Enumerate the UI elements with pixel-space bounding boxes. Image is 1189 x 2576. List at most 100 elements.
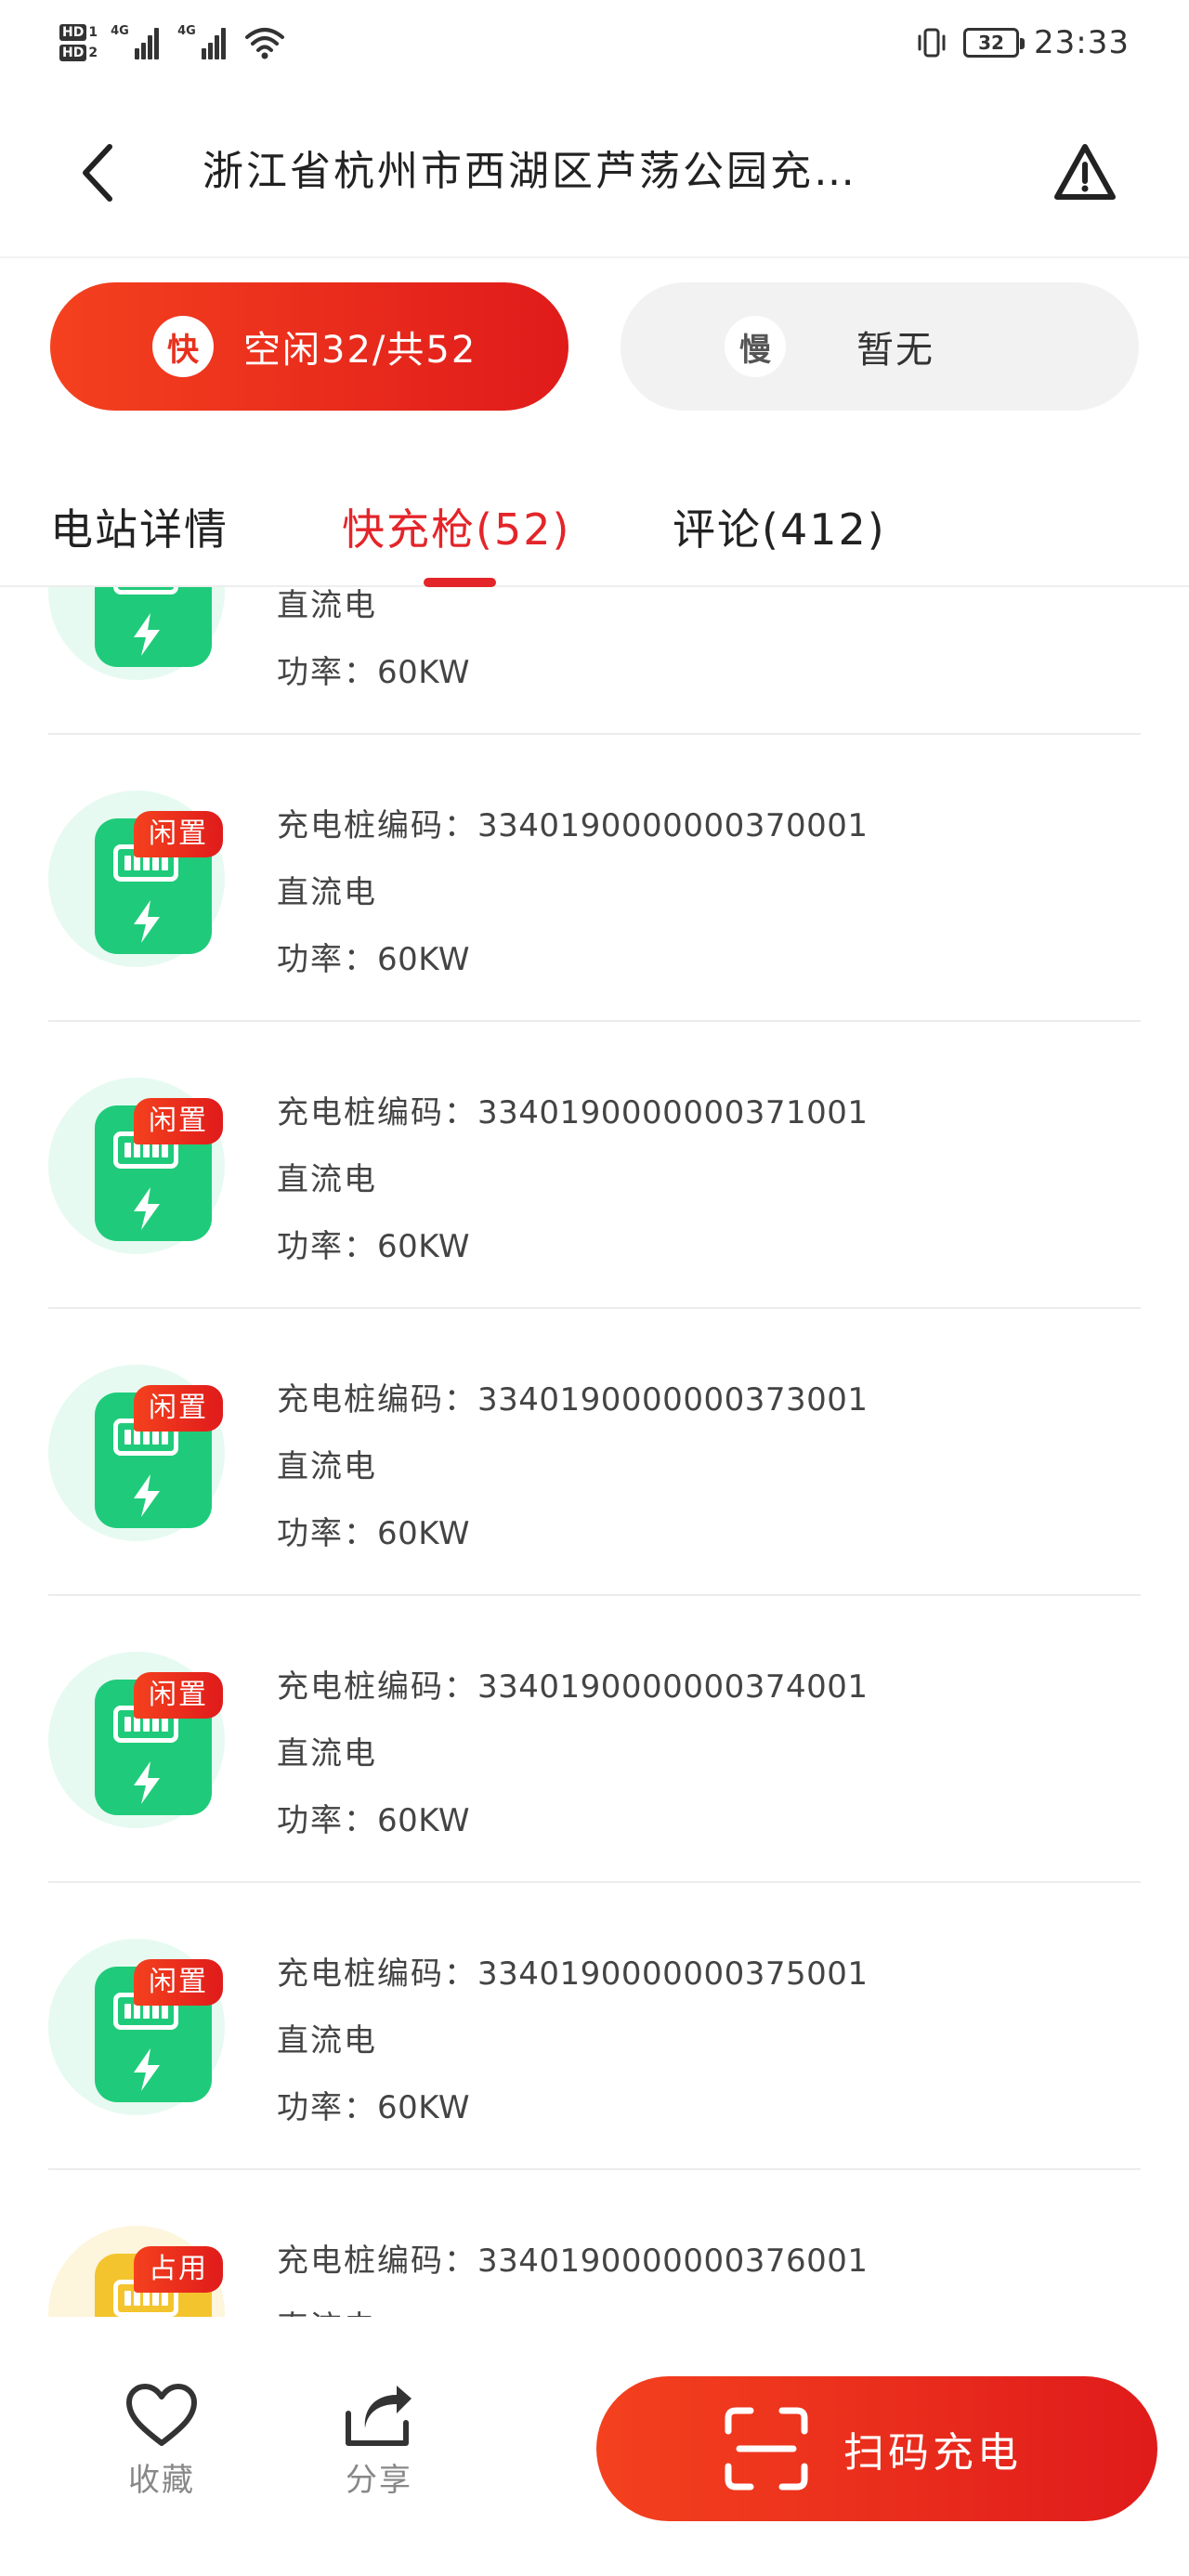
share-label: 分享: [346, 2462, 412, 2499]
chevron-left-icon: [83, 144, 112, 202]
list-item[interactable]: 闲置 充电桩编码：3340190000000375001 直流电 功率：60KW: [0, 1883, 1189, 2170]
current-type: 直流电: [277, 874, 377, 911]
list-item[interactable]: 闲置 充电桩编码：3340190000000369001 直流电 功率：60KW: [0, 587, 1189, 735]
power-label: 功率：: [277, 1802, 377, 1839]
favorite-button[interactable]: 收藏: [106, 2382, 217, 2521]
list-item[interactable]: 闲置 充电桩编码：3340190000000373001 直流电 功率：60KW: [0, 1309, 1189, 1596]
lightning-bolt-icon: [134, 900, 160, 943]
pile-code: 3340190000000374001: [477, 1668, 869, 1706]
charging-station-icon: [95, 587, 212, 667]
sim1-badge: HD 1: [59, 24, 98, 41]
sim2-number: 2: [88, 46, 98, 60]
status-badge: 闲置: [134, 1672, 223, 1719]
sim2-badge: HD 2: [59, 45, 98, 61]
scan-label: 扫码充电: [843, 2429, 1022, 2477]
tab-fast-guns[interactable]: 快充枪(52): [342, 492, 570, 567]
current-type: 直流电: [277, 2295, 869, 2317]
power-value: 60KW: [377, 654, 470, 691]
fast-badge-icon: 快: [152, 316, 214, 377]
scan-icon: [725, 2407, 808, 2491]
power-label: 功率：: [277, 1515, 377, 1552]
pile-info: 充电桩编码：3340190000000370001 直流电 功率：60KW: [277, 792, 869, 993]
fast-availability: 空闲32/共52: [243, 329, 477, 372]
charger-pile-icon: 占用: [48, 2226, 225, 2317]
favorite-label: 收藏: [128, 2462, 195, 2499]
list-item[interactable]: 占用 充电桩编码：3340190000000376001 直流电 功率：60KW: [0, 2170, 1189, 2317]
status-right: 32 23:33: [915, 15, 1130, 71]
charger-pile-icon: 闲置: [48, 1652, 225, 1828]
pile-code-line: 充电桩编码：3340190000000374001: [277, 1654, 869, 1720]
status-badge: 闲置: [134, 1385, 223, 1432]
battery-level: 32: [978, 32, 1004, 54]
scan-to-charge-button[interactable]: 扫码充电: [596, 2376, 1157, 2521]
charger-pile-icon: 闲置: [48, 1365, 225, 1541]
power-value: 60KW: [377, 1802, 470, 1839]
pile-code: 3340190000000376001: [477, 2243, 869, 2280]
network-type-label: 4G: [177, 24, 196, 38]
pile-code: 3340190000000373001: [477, 1381, 869, 1419]
heart-icon: [126, 2384, 197, 2446]
pile-info: 充电桩编码：3340190000000376001 直流电 功率：60KW: [277, 2228, 869, 2317]
list-item[interactable]: 闲置 充电桩编码：3340190000000374001 直流电 功率：60KW: [0, 1596, 1189, 1883]
pile-code-label: 充电桩编码：: [277, 1955, 477, 1993]
wifi-icon: [245, 28, 285, 59]
pile-code: 3340190000000371001: [477, 1094, 869, 1131]
power-value: 60KW: [377, 1515, 470, 1552]
battery-icon: 32: [963, 28, 1026, 58]
charger-pile-icon: 闲置: [48, 587, 225, 680]
power-value: 60KW: [377, 941, 470, 978]
lightning-bolt-icon: [134, 1187, 160, 1230]
back-button[interactable]: [72, 136, 124, 210]
current-type: 直流电: [277, 1161, 377, 1198]
power-label: 功率：: [277, 2089, 377, 2126]
page-title: 浙江省杭州市西湖区芦荡公园充…: [203, 148, 857, 195]
lightning-bolt-icon: [134, 1761, 160, 1804]
power-line: 功率：60KW: [277, 2074, 869, 2141]
slow-availability: 暂无: [856, 329, 934, 372]
power-line: 功率：60KW: [277, 639, 869, 706]
sim-indicators: HD 1 HD 2: [59, 24, 98, 61]
status-left: HD 1 HD 2 4G 4G: [59, 15, 285, 71]
current-type: 直流电: [277, 1448, 377, 1485]
vibrate-icon: [918, 28, 946, 58]
hd-icon: HD: [59, 24, 87, 41]
tab-station-details[interactable]: 电站详情: [50, 492, 229, 567]
bottom-action-bar: 收藏 分享 扫码充电: [0, 2317, 1189, 2576]
pile-code: 3340190000000375001: [477, 1955, 869, 1993]
list-item[interactable]: 闲置 充电桩编码：3340190000000371001 直流电 功率：60KW: [0, 1022, 1189, 1309]
pile-info: 充电桩编码：3340190000000374001 直流电 功率：60KW: [277, 1654, 869, 1854]
warning-icon[interactable]: [1052, 139, 1118, 206]
pile-info: 充电桩编码：3340190000000373001 直流电 功率：60KW: [277, 1366, 869, 1567]
list-item[interactable]: 闲置 充电桩编码：3340190000000370001 直流电 功率：60KW: [0, 735, 1189, 1022]
power-label: 功率：: [277, 654, 377, 691]
active-tab-indicator: [424, 578, 496, 587]
page-header: 浙江省杭州市西湖区芦荡公园充…: [0, 84, 1189, 258]
power-label: 功率：: [277, 1228, 377, 1265]
tab-bar: 电站详情 快充枪(52) 评论(412): [0, 464, 1189, 587]
charger-pile-list[interactable]: 闲置 充电桩编码：3340190000000369001 直流电 功率：60KW…: [0, 587, 1189, 2317]
pile-code-label: 充电桩编码：: [277, 2243, 477, 2280]
lightning-bolt-icon: [134, 1474, 160, 1517]
signal-2-icon: 4G: [177, 24, 231, 59]
pile-code-line: 充电桩编码：3340190000000370001: [277, 792, 869, 859]
status-bar: HD 1 HD 2 4G 4G 32 23:33: [0, 0, 1189, 84]
current-type: 直流电: [277, 587, 377, 624]
pile-code-line: 充电桩编码：3340190000000375001: [277, 1941, 869, 2007]
lightning-bolt-icon: [134, 2048, 160, 2091]
charger-type-selector: 快 空闲32/共52 慢 暂无: [0, 282, 1189, 412]
power-label: 功率：: [277, 941, 377, 978]
pile-code-label: 充电桩编码：: [277, 1381, 477, 1419]
fast-charger-button[interactable]: 快 空闲32/共52: [50, 282, 568, 411]
share-button[interactable]: 分享: [323, 2382, 435, 2521]
power-value: 60KW: [377, 1228, 470, 1265]
power-value: 60KW: [377, 2089, 470, 2126]
power-line: 功率：60KW: [277, 1787, 869, 1854]
power-line: 功率：60KW: [277, 1213, 869, 1280]
tab-comments[interactable]: 评论(412): [673, 492, 886, 567]
power-line: 功率：60KW: [277, 1500, 869, 1567]
slow-charger-button[interactable]: 慢 暂无: [621, 282, 1139, 411]
power-line: 功率：60KW: [277, 926, 869, 993]
slow-badge-icon: 慢: [725, 316, 786, 377]
battery-screen-icon: [113, 587, 178, 595]
pile-code-line: 充电桩编码：3340190000000373001: [277, 1366, 869, 1433]
